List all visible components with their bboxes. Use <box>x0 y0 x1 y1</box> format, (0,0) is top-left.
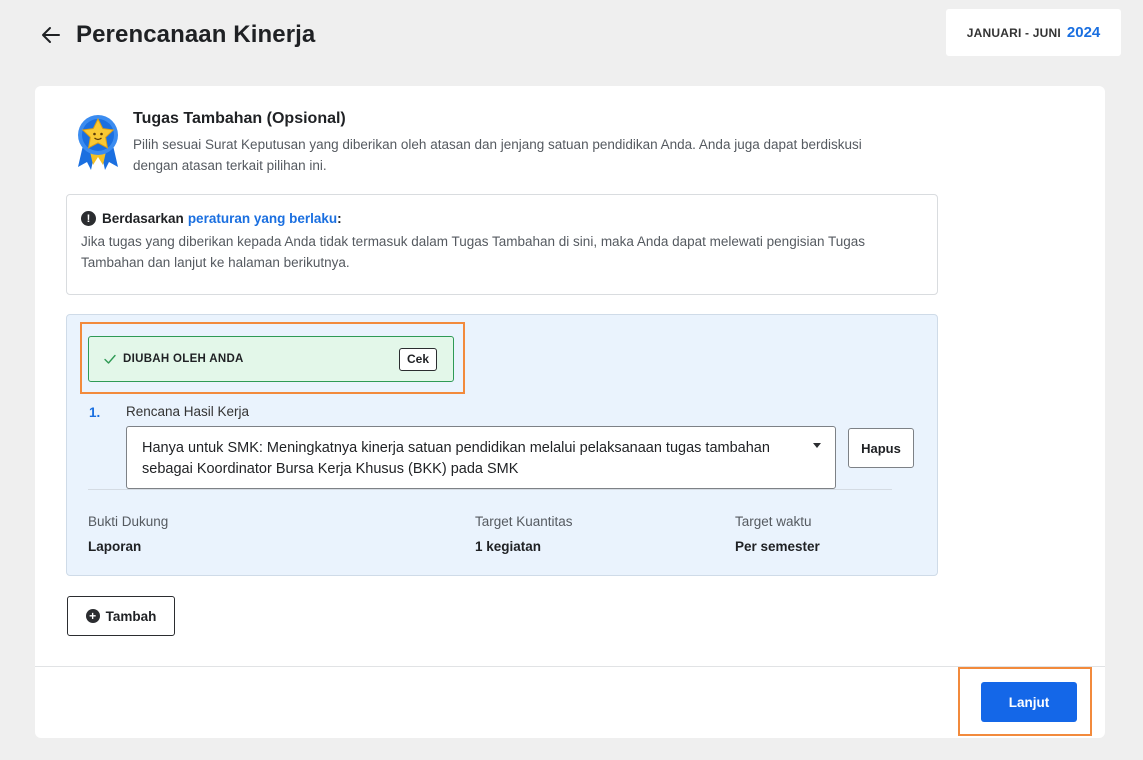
section-title: Tugas Tambahan (Opsional) <box>133 110 346 127</box>
footer-divider <box>35 666 1105 667</box>
info-body: Jika tugas yang diberikan kepada Anda ti… <box>81 234 865 270</box>
main-card: Tugas Tambahan (Opsional) Pilih sesuai S… <box>35 86 1105 738</box>
quantity-label: Target Kuantitas <box>475 514 573 529</box>
plus-circle-icon: + <box>85 609 100 623</box>
intro-section: Tugas Tambahan (Opsional) Pilih sesuai S… <box>75 110 893 176</box>
evidence-value: Laporan <box>88 539 142 554</box>
item-number: 1. <box>89 405 101 420</box>
time-field: Target waktu Per semester <box>735 514 820 554</box>
quantity-value: 1 kegiatan <box>475 539 542 554</box>
add-button-label: Tambah <box>105 608 157 624</box>
regulation-info-box: ! Berdasarkan peraturan yang berlaku : J… <box>66 194 938 295</box>
info-heading: ! Berdasarkan peraturan yang berlaku : <box>81 211 923 226</box>
time-value: Per semester <box>735 539 820 554</box>
section-description: Pilih sesuai Surat Keputusan yang diberi… <box>133 137 862 173</box>
regulation-link[interactable]: peraturan yang berlaku <box>188 211 337 226</box>
rhk-select[interactable]: Hanya untuk SMK: Meningkatnya kinerja sa… <box>126 426 836 489</box>
back-button[interactable] <box>38 22 64 48</box>
evidence-field: Bukti Dukung Laporan <box>88 514 168 554</box>
task-item: DIUBAH OLEH ANDA Cek 1. Rencana Hasil Ke… <box>66 314 938 576</box>
page-header: Perencanaan Kinerja <box>38 18 315 52</box>
evidence-label: Bukti Dukung <box>88 514 169 529</box>
rhk-selected-value: Hanya untuk SMK: Meningkatnya kinerja sa… <box>142 440 770 477</box>
period-year: 2024 <box>1066 24 1101 41</box>
caret-down-icon <box>813 443 821 448</box>
add-button[interactable]: + Tambah <box>67 596 175 636</box>
divider <box>88 489 892 490</box>
status-text: DIUBAH OLEH ANDA <box>123 353 244 365</box>
quantity-field: Target Kuantitas 1 kegiatan <box>475 514 573 554</box>
check-button[interactable]: Cek <box>398 347 437 371</box>
info-suffix: : <box>337 211 342 226</box>
check-icon <box>104 354 116 364</box>
star-medal-icon <box>78 115 118 170</box>
time-label: Target waktu <box>735 514 812 529</box>
intro-text: Tugas Tambahan (Opsional) Pilih sesuai S… <box>133 110 893 176</box>
delete-button[interactable]: Hapus <box>848 428 914 468</box>
info-prefix: Berdasarkan <box>102 211 184 226</box>
page-title: Perencanaan Kinerja <box>76 21 316 48</box>
next-button[interactable]: Lanjut <box>981 682 1077 722</box>
period-label: JANUARI - JUNI <box>966 25 1061 40</box>
period-badge: JANUARI - JUNI 2024 <box>946 9 1121 56</box>
rhk-label: Rencana Hasil Kerja <box>126 404 250 419</box>
status-chip: DIUBAH OLEH ANDA Cek <box>88 336 454 382</box>
arrow-left-icon <box>42 27 60 43</box>
exclamation-circle-icon: ! <box>81 211 96 226</box>
